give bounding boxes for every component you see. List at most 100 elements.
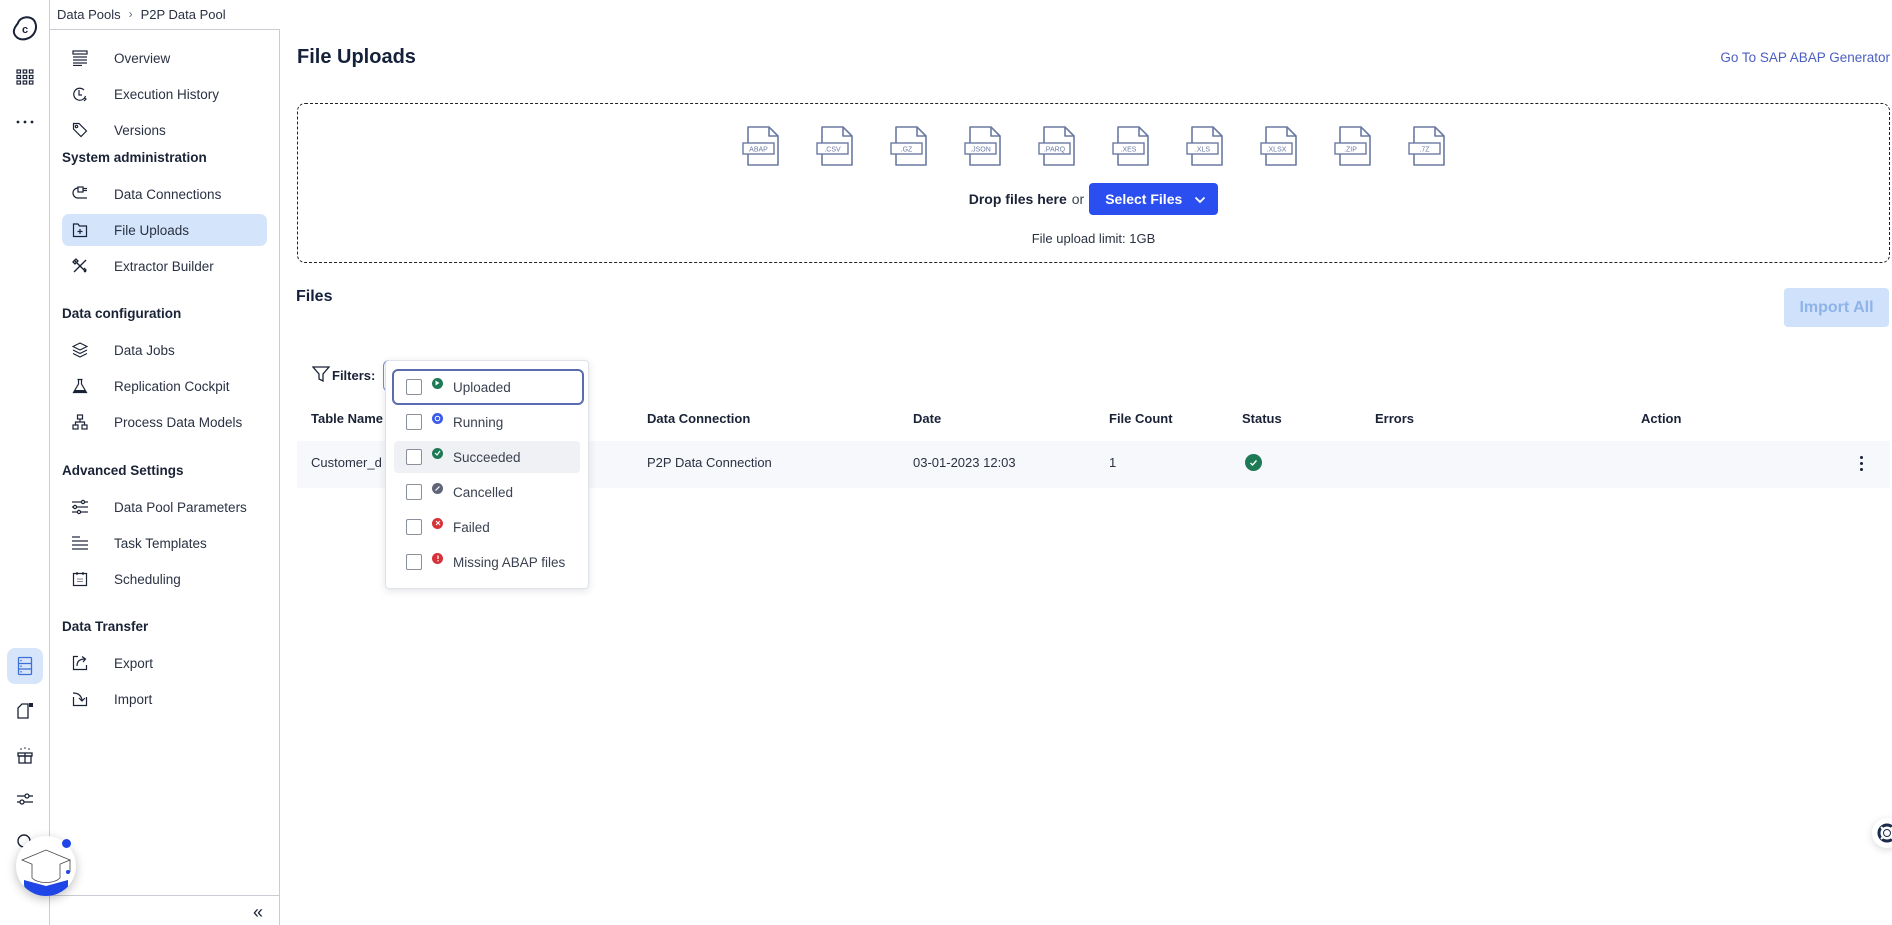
filter-option-cancelled[interactable]: Cancelled (394, 476, 580, 508)
checkbox[interactable] (406, 484, 422, 500)
tag-icon (70, 120, 90, 140)
sidebar-item-task-templates[interactable]: Task Templates (62, 527, 267, 559)
abap-generator-link[interactable]: Go To SAP ABAP Generator (1720, 50, 1890, 65)
sliders-icon (70, 497, 90, 517)
import-icon (70, 689, 90, 709)
play-circle-icon (432, 377, 443, 389)
breadcrumb-data-pools[interactable]: Data Pools (57, 7, 121, 22)
help-lifebuoy-button[interactable] (1872, 818, 1892, 848)
sidebar-item-data-pool-parameters[interactable]: Data Pool Parameters (62, 491, 267, 523)
filters-text: Filters: (332, 368, 376, 383)
section-data-transfer: Data Transfer (62, 619, 149, 634)
sidebar-item-label: Data Pool Parameters (114, 499, 247, 515)
sidebar-item-label: Overview (114, 50, 171, 66)
filter-option-succeeded[interactable]: Succeeded (394, 441, 580, 473)
filters-label: Filters: (311, 365, 376, 386)
data-pools-icon[interactable] (7, 648, 43, 684)
sidebar-item-import[interactable]: Import (62, 683, 267, 715)
select-files-button[interactable]: Select Files (1089, 183, 1219, 215)
file-dropzone[interactable]: ABAP .CSV .GZ .JSON .PARQ .XES .XLS .XLSX .ZIP .7… (297, 103, 1890, 263)
checkbox[interactable] (406, 414, 422, 430)
file-type-label: .XLS (1195, 147, 1211, 154)
sidebar-item-label: Execution History (114, 86, 220, 102)
col-errors[interactable]: Errors (1375, 411, 1414, 426)
cell-file-count: 1 (1109, 455, 1117, 470)
sidebar-bottom-divider (50, 895, 280, 896)
row-actions-menu-icon[interactable] (1853, 452, 1869, 474)
col-status[interactable]: Status (1242, 411, 1282, 426)
col-table-name[interactable]: Table Name (311, 411, 383, 426)
sidebar-item-label: Export (114, 655, 154, 671)
file-type-icon: .XLSX (1259, 124, 1301, 168)
breadcrumb: Data Pools › P2P Data Pool (57, 2, 226, 26)
history-icon (70, 84, 90, 104)
checkbox[interactable] (406, 554, 422, 570)
sidebar-item-replication-cockpit[interactable]: Replication Cockpit (62, 370, 267, 402)
filter-icon (311, 365, 331, 386)
sidebar-item-label: File Uploads (114, 222, 190, 238)
sidebar-item-label: Import (114, 691, 153, 707)
section-system-administration: System administration (62, 150, 207, 165)
option-label: Missing ABAP files (453, 554, 566, 570)
marketplace-icon[interactable] (7, 737, 43, 773)
sidebar-item-label: Replication Cockpit (114, 378, 230, 394)
file-type-label: .PARQ (1044, 147, 1066, 154)
filter-option-missing-abap-files[interactable]: Missing ABAP files (394, 546, 580, 578)
col-date[interactable]: Date (913, 411, 941, 426)
checkbox[interactable] (406, 519, 422, 535)
filter-option-failed[interactable]: Failed (394, 511, 580, 543)
file-type-icon: .XLS (1185, 124, 1227, 168)
sidebar-item-file-uploads[interactable]: File Uploads (62, 214, 267, 246)
sidebar-item-data-connections[interactable]: Data Connections (62, 178, 267, 210)
option-label: Uploaded (453, 379, 511, 395)
checkbox[interactable] (406, 449, 422, 465)
app-rail: c (0, 0, 50, 925)
apps-grid-icon[interactable] (7, 59, 43, 95)
running-icon (432, 412, 443, 424)
hierarchy-icon (70, 412, 90, 432)
file-type-label: .XLSX (1267, 147, 1287, 154)
file-type-label: .CSV (824, 147, 841, 154)
section-advanced-settings: Advanced Settings (62, 463, 184, 478)
exclamation-circle-icon (432, 552, 443, 564)
drop-files-text: Drop files here (968, 191, 1067, 207)
sidebar-item-label: Task Templates (114, 535, 207, 551)
layers-icon (70, 340, 90, 360)
collapse-sidebar-button[interactable]: « (246, 900, 270, 924)
sidebar-item-label: Process Data Models (114, 414, 243, 430)
studio-icon[interactable] (7, 693, 43, 729)
sidebar-item-export[interactable]: Export (62, 647, 267, 679)
file-type-icon: .CSV (815, 124, 857, 168)
file-type-label: .GZ (901, 147, 913, 154)
list-icon (70, 48, 90, 68)
col-data-connection[interactable]: Data Connection (647, 411, 750, 426)
checkbox[interactable] (406, 379, 422, 395)
breadcrumb-separator: › (128, 7, 133, 21)
status-succeeded-icon (1245, 454, 1262, 471)
sidebar-item-versions[interactable]: Versions (62, 114, 267, 146)
sidebar-item-label: Extractor Builder (114, 258, 214, 274)
cell-data-connection: P2P Data Connection (647, 455, 772, 470)
option-label: Failed (453, 519, 490, 535)
sidebar-item-process-data-models[interactable]: Process Data Models (62, 406, 267, 438)
sidebar-item-extractor-builder[interactable]: Extractor Builder (62, 250, 267, 282)
cell-table-name: Customer_d (311, 455, 382, 470)
celonis-logo-icon[interactable]: c (7, 10, 43, 46)
col-file-count[interactable]: File Count (1109, 411, 1173, 426)
filter-option-running[interactable]: Running (394, 406, 580, 438)
sidebar-item-data-jobs[interactable]: Data Jobs (62, 334, 267, 366)
file-type-label: .JSON (970, 147, 991, 154)
filter-option-uploaded[interactable]: Uploaded (392, 369, 584, 405)
sidebar-item-scheduling[interactable]: Scheduling (62, 563, 267, 595)
more-dots-icon[interactable] (7, 104, 43, 140)
import-all-button[interactable]: Import All (1784, 288, 1889, 327)
sidebar-item-execution-history[interactable]: Execution History (62, 78, 267, 110)
upload-limit-text: File upload limit: 1GB (1031, 231, 1156, 246)
breadcrumb-current: P2P Data Pool (140, 6, 226, 22)
sidebar-item-label: Data Connections (114, 186, 222, 202)
settings-sliders-icon[interactable] (7, 781, 43, 817)
sidebar: Overview Execution History Versions Syst… (50, 30, 280, 925)
file-type-icon: .XES (1111, 124, 1153, 168)
files-heading: Files (296, 288, 333, 305)
sidebar-item-overview[interactable]: Overview (62, 42, 267, 74)
